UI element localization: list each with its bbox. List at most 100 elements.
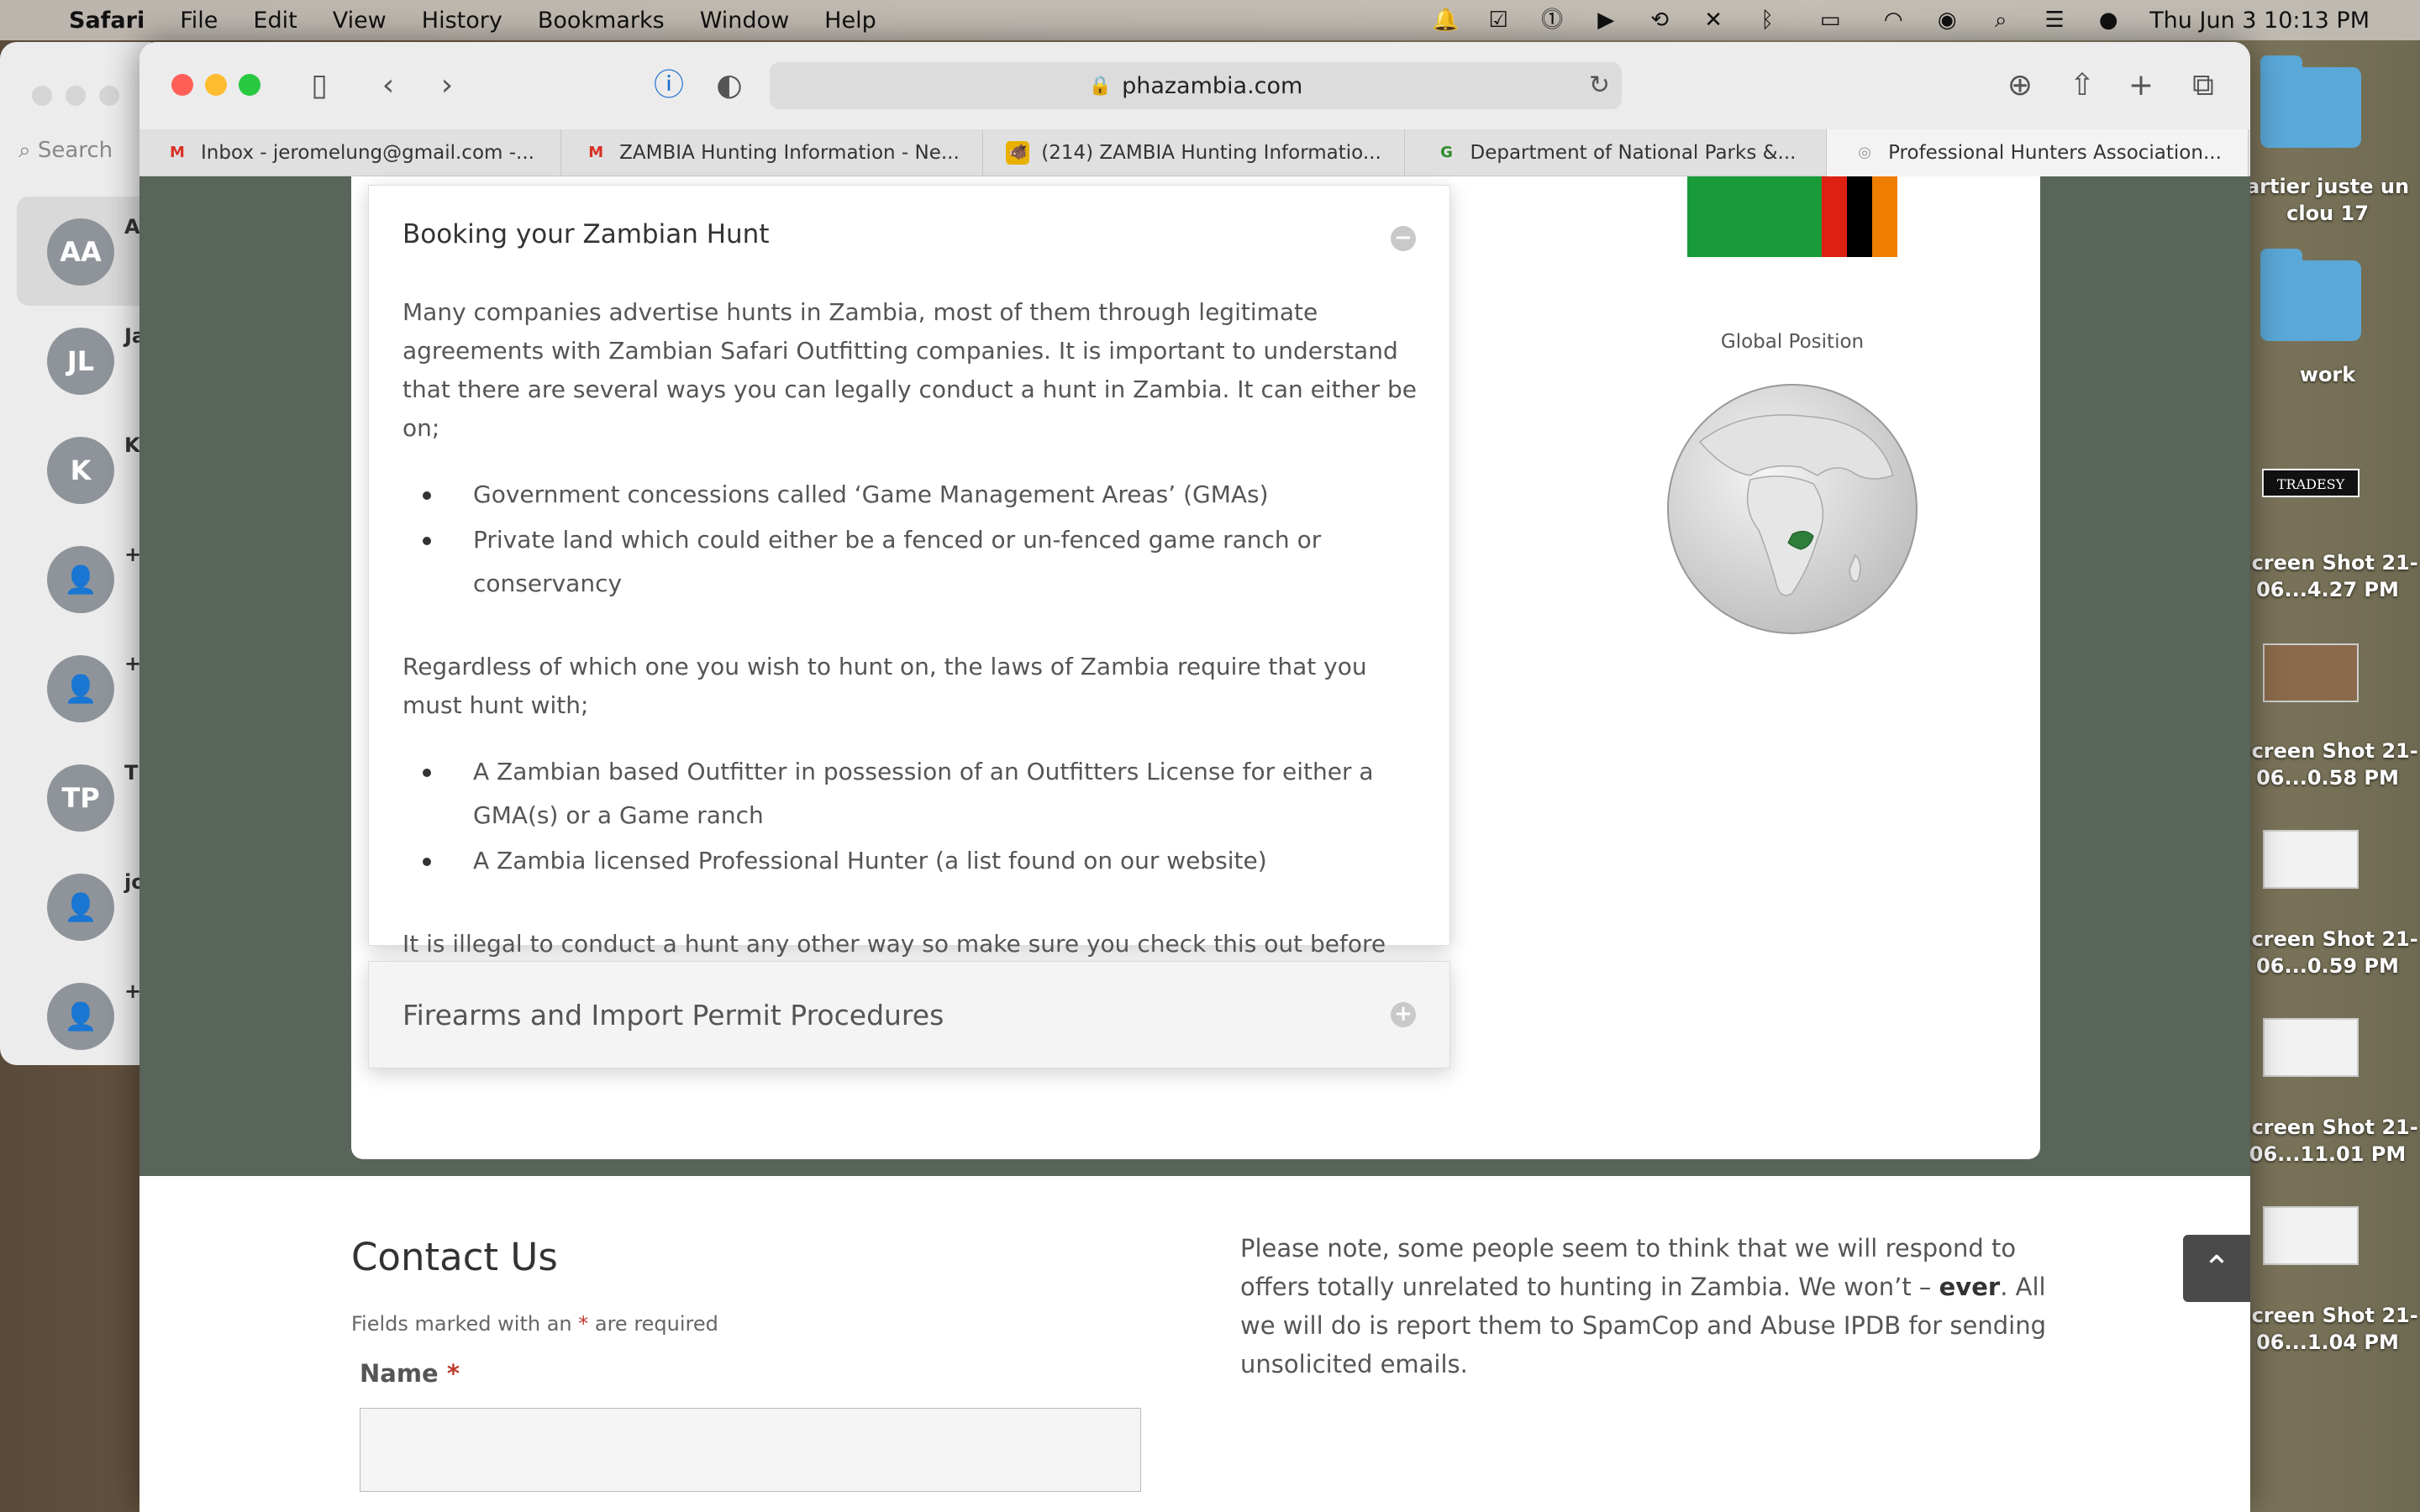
search-icon: ⌕ bbox=[18, 138, 38, 163]
gmail-icon: M bbox=[588, 144, 604, 161]
conversation-item[interactable]: AA A bbox=[17, 197, 151, 306]
flag-stripe-black bbox=[1847, 176, 1872, 257]
menu-bookmarks[interactable]: Bookmarks bbox=[538, 8, 665, 34]
tab-label: Professional Hunters Association... bbox=[1888, 142, 2222, 164]
messages-search[interactable]: ⌕ Search bbox=[18, 138, 113, 164]
mute-icon[interactable]: ✕ bbox=[1701, 8, 1726, 33]
desktop-folder-work-icon[interactable] bbox=[2260, 249, 2361, 341]
forward-arrow-icon[interactable]: › bbox=[429, 67, 466, 104]
safari-window: ▯ ‹ › ⓘ ◐ 🔒 phazambia.com ↻ ⊕ ⇧ + ⧉ M Inb… bbox=[139, 42, 2250, 1512]
tab-overview-icon[interactable]: ⧉ bbox=[2185, 67, 2222, 104]
menu-file[interactable]: File bbox=[180, 8, 218, 34]
desktop-screenshot-label[interactable]: Screen Shot 21-06...0.58 PM bbox=[2235, 738, 2420, 791]
pha-logo-icon: ◎ bbox=[1858, 144, 1871, 161]
desktop-folder-label[interactable]: artier juste un clou 17 bbox=[2235, 173, 2420, 227]
bullet-list: A Zambian based Outfitter in possession … bbox=[423, 750, 1419, 883]
required-star: * bbox=[578, 1312, 589, 1336]
browser-toolbar: ▯ ‹ › ⓘ ◐ 🔒 phazambia.com ↻ ⊕ ⇧ + ⧉ bbox=[139, 42, 2250, 129]
back-to-top-button[interactable]: ⌃ bbox=[2183, 1235, 2250, 1302]
notice-emphasis: ever bbox=[1939, 1273, 2001, 1301]
bluetooth-icon[interactable]: ᛒ bbox=[1754, 8, 1780, 33]
window-minimize-button[interactable] bbox=[66, 86, 86, 106]
siri-icon[interactable]: ● bbox=[2096, 8, 2121, 33]
menu-history[interactable]: History bbox=[422, 8, 502, 34]
play-icon[interactable]: ▶ bbox=[1593, 8, 1618, 33]
globe-map-image bbox=[1667, 384, 1918, 634]
accordion-title[interactable]: Firearms and Import Permit Procedures bbox=[402, 999, 944, 1032]
minimize-button[interactable] bbox=[205, 74, 227, 96]
required-note: Fields marked with an * are required bbox=[351, 1312, 718, 1336]
desktop-screenshot-icon[interactable] bbox=[2260, 643, 2361, 702]
tab-facebook-zambia[interactable]: 🐗 (214) ZAMBIA Hunting Informatio... bbox=[983, 129, 1405, 176]
tab-national-parks[interactable]: G Department of National Parks &... bbox=[1405, 129, 1827, 176]
password-extension-icon[interactable]: ⓘ bbox=[650, 67, 687, 104]
conversation-item[interactable]: JL Ja bbox=[17, 306, 151, 415]
person-avatar-icon: 👤 bbox=[47, 874, 114, 941]
accordion-firearms[interactable]: Firearms and Import Permit Procedures + bbox=[368, 961, 1450, 1068]
spam-notice: Please note, some people seem to think t… bbox=[1240, 1229, 2047, 1383]
expand-icon[interactable]: + bbox=[1391, 1002, 1416, 1027]
control-center-icon[interactable]: ☰ bbox=[2042, 8, 2067, 33]
search-placeholder: Search bbox=[37, 138, 113, 163]
bell-icon[interactable]: 🔔 bbox=[1432, 8, 1459, 33]
accordion-booking: Booking your Zambian Hunt − Many compani… bbox=[368, 185, 1450, 996]
spotlight-search-icon[interactable]: ⌕ bbox=[1988, 8, 2013, 33]
conversation-item[interactable]: 👤 + bbox=[17, 961, 151, 1065]
desktop-tradesy-icon[interactable]: TRADESY bbox=[2260, 469, 2361, 497]
paragraph: Regardless of which one you wish to hunt… bbox=[402, 653, 1367, 719]
collapse-icon[interactable]: − bbox=[1391, 226, 1416, 251]
reload-icon[interactable]: ↻ bbox=[1589, 71, 1610, 100]
accordion-title[interactable]: Booking your Zambian Hunt bbox=[402, 219, 769, 249]
battery-icon[interactable]: ▭ bbox=[1808, 8, 1852, 33]
menu-app-safari[interactable]: Safari bbox=[69, 8, 145, 34]
conversation-item[interactable]: 👤 + bbox=[17, 524, 151, 633]
desktop-screenshot-icon[interactable] bbox=[2260, 830, 2361, 889]
conversation-item[interactable]: 👤 + bbox=[17, 633, 151, 743]
desktop-folder-work-label[interactable]: work bbox=[2235, 361, 2420, 388]
desktop-screenshot-label[interactable]: Screen Shot 21-06...4.27 PM bbox=[2235, 549, 2420, 603]
conversation-name: K bbox=[124, 433, 140, 457]
messages-window: ⌕ Search AA A JL Ja KK 👤 + 👤 + TP T 👤 jo 👤 + bbox=[0, 42, 151, 1065]
tab-gmail-zambia[interactable]: M ZAMBIA Hunting Information - Ne... bbox=[561, 129, 983, 176]
new-tab-icon[interactable]: + bbox=[2123, 67, 2160, 104]
desktop-screenshot-label[interactable]: Screen Shot 21-06...0.59 PM bbox=[2235, 926, 2420, 979]
downloads-icon[interactable]: ⊕ bbox=[2002, 67, 2039, 104]
name-label-text: Name bbox=[360, 1359, 447, 1388]
tab-pha-zambia[interactable]: ◎ Professional Hunters Association... bbox=[1827, 129, 2249, 176]
menu-help[interactable]: Help bbox=[824, 8, 876, 34]
menu-window[interactable]: Window bbox=[700, 8, 789, 34]
checkmark-app-icon[interactable]: ☑ bbox=[1486, 8, 1511, 33]
conversation-name: A bbox=[124, 215, 140, 239]
desktop-screenshot-label[interactable]: Screen Shot 21-06...1.04 PM bbox=[2235, 1302, 2420, 1356]
desktop-screenshot-icon[interactable] bbox=[2260, 1206, 2361, 1265]
name-input[interactable] bbox=[360, 1408, 1141, 1492]
avatar: JL bbox=[47, 328, 114, 395]
list-item: A Zambian based Outfitter in possession … bbox=[423, 750, 1419, 837]
window-close-button[interactable] bbox=[32, 86, 52, 106]
user-icon[interactable]: ◉ bbox=[1934, 8, 1960, 33]
time-machine-icon[interactable]: ⟲ bbox=[1647, 8, 1672, 33]
zoom-button[interactable] bbox=[239, 74, 260, 96]
share-icon[interactable]: ⇧ bbox=[2064, 67, 2101, 104]
conversation-item[interactable]: 👤 jo bbox=[17, 852, 151, 961]
menu-clock[interactable]: Thu Jun 3 10:13 PM bbox=[2149, 8, 2370, 34]
desktop-screenshot-label[interactable]: Screen Shot 21-06...11.01 PM bbox=[2235, 1114, 2420, 1168]
close-button[interactable] bbox=[171, 74, 193, 96]
menu-edit[interactable]: Edit bbox=[253, 8, 297, 34]
sidebar-toggle-icon[interactable]: ▯ bbox=[301, 67, 338, 104]
conversation-item[interactable]: TP T bbox=[17, 743, 151, 852]
url-text: phazambia.com bbox=[1122, 72, 1303, 99]
menu-view[interactable]: View bbox=[333, 8, 387, 34]
wifi-icon[interactable]: ◠ bbox=[1881, 8, 1906, 33]
paragraph: Many companies advertise hunts in Zambia… bbox=[402, 298, 1418, 442]
back-arrow-icon[interactable]: ‹ bbox=[370, 67, 407, 104]
tab-gmail-inbox[interactable]: M Inbox - jeromelung@gmail.com -... bbox=[139, 129, 561, 176]
privacy-shield-icon[interactable]: ◐ bbox=[711, 67, 748, 104]
address-bar[interactable]: 🔒 phazambia.com ↻ bbox=[770, 62, 1622, 109]
desktop-folder-icon[interactable] bbox=[2260, 55, 2361, 148]
window-zoom-button[interactable] bbox=[99, 86, 119, 106]
conversation-item[interactable]: KK bbox=[17, 415, 151, 524]
password-manager-icon[interactable]: ⓵ bbox=[1539, 8, 1565, 33]
desktop-screenshot-icon[interactable] bbox=[2260, 1018, 2361, 1077]
required-text: are required bbox=[588, 1312, 718, 1336]
